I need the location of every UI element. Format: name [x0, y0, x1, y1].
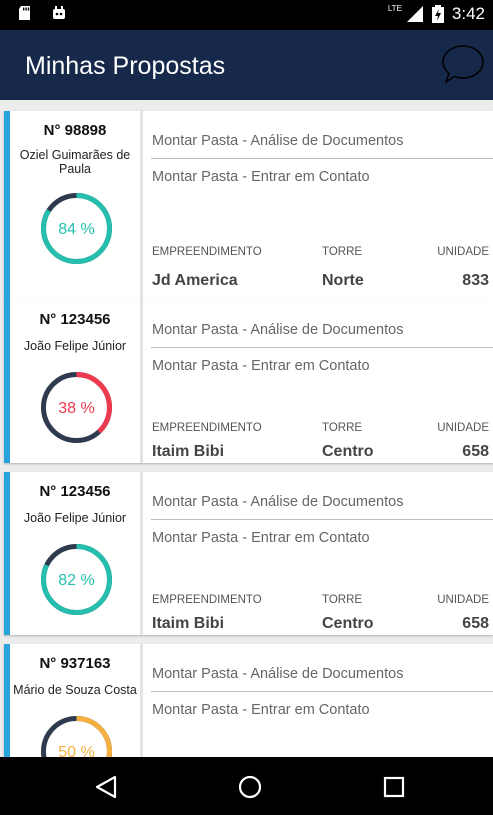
empreendimento-value: Itaim Bibi [152, 615, 225, 632]
torre-value: Centro [322, 615, 374, 632]
progress-ring: 82 % [41, 544, 112, 615]
empreendimento-label: EMPREENDIMENTO [152, 594, 262, 606]
proposal-summary: N° 123456 João Felipe Júnior 38 % [10, 300, 143, 463]
client-name: João Felipe Júnior [23, 511, 127, 525]
proposal-number: N° 123456 [39, 311, 111, 328]
progress-percent: 38 % [58, 400, 94, 417]
proposal-card[interactable]: N° 123456 João Felipe Júnior 38 % Montar… [4, 300, 493, 463]
network-type: LTE [387, 3, 402, 13]
empreendimento-label: EMPREENDIMENTO [152, 246, 262, 258]
unidade-value: 658 [462, 443, 489, 460]
unidade-label: UNIDADE [437, 246, 489, 258]
empreendimento-label: EMPREENDIMENTO [152, 422, 262, 434]
proposal-details: Montar Pasta - Análise de Documentos Mon… [151, 472, 493, 635]
task-item: Montar Pasta - Análise de Documentos [152, 322, 404, 338]
page-title: Minhas Propostas [25, 52, 226, 80]
proposal-card[interactable]: N° 123456 João Felipe Júnior 82 % Montar… [4, 472, 493, 635]
torre-label: TORRE [322, 246, 363, 258]
back-icon[interactable] [93, 774, 119, 800]
proposal-list: N° 98898 Oziel Guimarães de Paula 84 % M… [0, 100, 493, 757]
clock: 3:42 [451, 4, 485, 23]
unidade-value: 833 [462, 272, 489, 289]
proposal-summary: N° 937163 Mário de Souza Costa 50 % [10, 644, 143, 757]
divider [151, 519, 493, 520]
task-item: Montar Pasta - Análise de Documentos [152, 133, 404, 149]
divider [151, 347, 493, 348]
task-item: Montar Pasta - Análise de Documentos [152, 666, 404, 682]
proposal-number: N° 98898 [43, 122, 107, 139]
proposal-summary: N° 98898 Oziel Guimarães de Paula 84 % [10, 111, 143, 301]
empreendimento-value: Jd America [152, 272, 238, 289]
task-item: Montar Pasta - Entrar em Contato [152, 169, 370, 185]
client-name: João Felipe Júnior [23, 339, 127, 353]
proposal-details: Montar Pasta - Análise de Documentos Mon… [151, 111, 493, 301]
client-name: Oziel Guimarães de Paula [19, 148, 131, 176]
progress-ring: 38 % [41, 372, 112, 443]
proposal-card[interactable]: N° 937163 Mário de Souza Costa 50 % Mont… [4, 644, 493, 757]
divider [151, 691, 493, 692]
app-bar: Minhas Propostas [0, 30, 493, 100]
status-bar: LTE 3:42 [0, 0, 493, 30]
task-item: Montar Pasta - Entrar em Contato [152, 358, 370, 374]
recents-icon[interactable] [381, 774, 407, 800]
progress-ring: 50 % [41, 716, 112, 757]
torre-value: Centro [322, 443, 374, 460]
task-item: Montar Pasta - Entrar em Contato [152, 530, 370, 546]
unidade-value: 658 [462, 615, 489, 632]
proposal-summary: N° 123456 João Felipe Júnior 82 % [10, 472, 143, 635]
proposal-details: Montar Pasta - Análise de Documentos Mon… [151, 644, 493, 757]
torre-value: Norte [322, 272, 364, 289]
home-icon[interactable] [237, 774, 263, 800]
unidade-label: UNIDADE [437, 594, 489, 606]
progress-percent: 82 % [58, 572, 94, 589]
torre-label: TORRE [322, 594, 363, 606]
progress-ring: 84 % [41, 193, 112, 264]
signal-icon [406, 6, 423, 22]
navigation-bar [0, 757, 493, 815]
divider [151, 158, 493, 159]
battery-icon [431, 5, 444, 23]
progress-percent: 84 % [58, 221, 94, 238]
client-name: Mário de Souza Costa [13, 683, 137, 697]
proposal-number: N° 123456 [39, 483, 111, 500]
proposal-details: Montar Pasta - Análise de Documentos Mon… [151, 300, 493, 463]
proposal-number: N° 937163 [39, 655, 111, 672]
unidade-label: UNIDADE [437, 422, 489, 434]
task-item: Montar Pasta - Análise de Documentos [152, 494, 404, 510]
sd-card-icon [19, 6, 30, 20]
progress-percent: 50 % [58, 744, 94, 757]
task-item: Montar Pasta - Entrar em Contato [152, 702, 370, 718]
torre-label: TORRE [322, 422, 363, 434]
empreendimento-value: Itaim Bibi [152, 443, 225, 460]
android-debug-icon [53, 6, 65, 19]
proposal-card[interactable]: N° 98898 Oziel Guimarães de Paula 84 % M… [4, 111, 493, 301]
chat-bubble-icon[interactable] [441, 42, 485, 86]
